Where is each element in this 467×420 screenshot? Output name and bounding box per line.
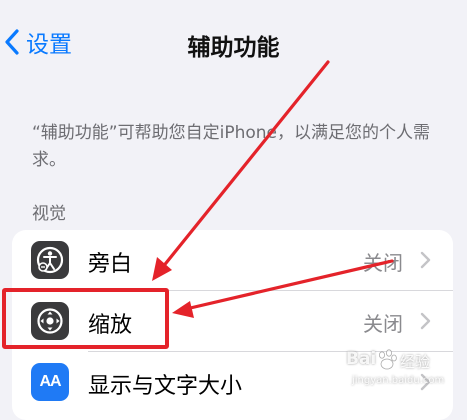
annotation-arrows [152,60,394,318]
baidu-jingyan-watermark: Bai 经验 jingyan.baidu.com [338,345,463,397]
baidu-paw-logo [379,349,397,370]
watermark-brand: Bai [346,349,377,369]
annotation-arrow-long [152,60,330,281]
watermark-url: jingyan.baidu.com [352,375,445,386]
annotation-arrow-short [172,259,394,318]
watermark-brand-suffix: 经验 [400,353,431,371]
